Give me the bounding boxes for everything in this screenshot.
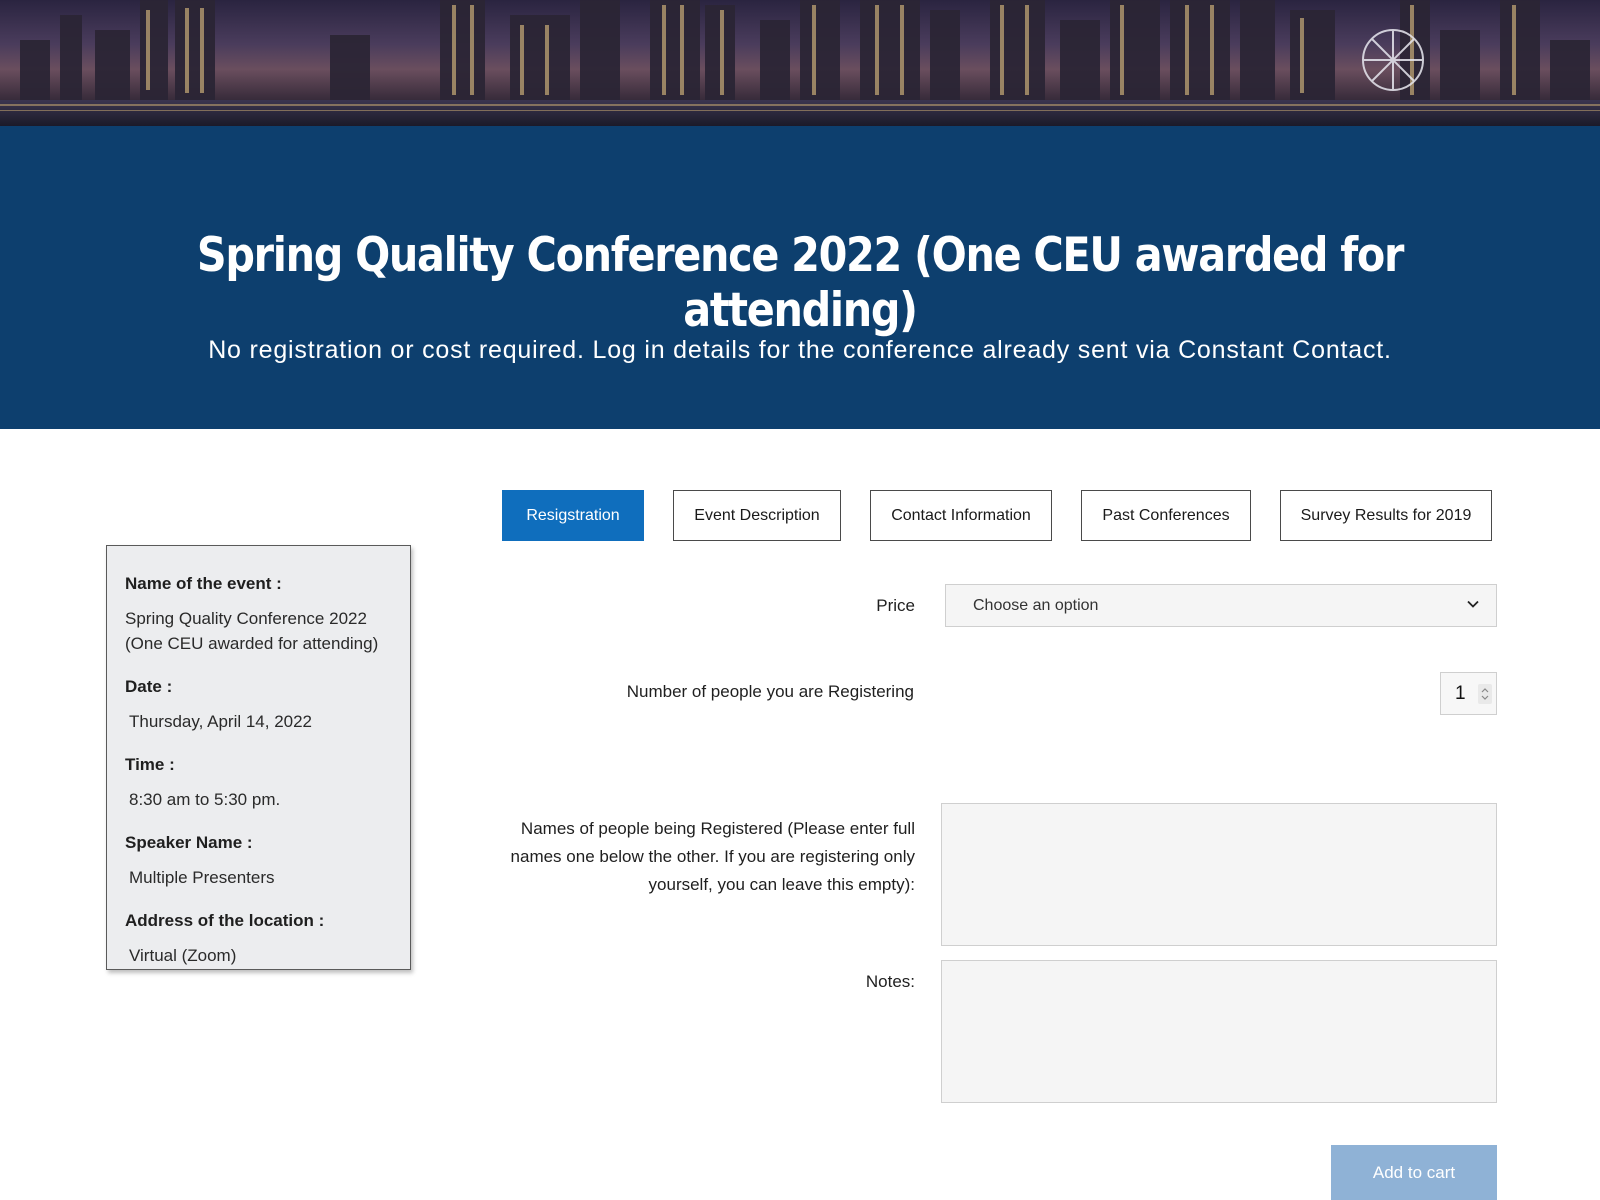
speaker-group: Speaker Name : Multiple Presenters xyxy=(125,833,392,890)
people-count-label: Number of people you are Registering xyxy=(626,682,914,701)
tab-registration[interactable]: Resigstration xyxy=(502,490,644,541)
speaker-label: Speaker Name : xyxy=(125,833,253,852)
address-value: Virtual (Zoom) xyxy=(129,946,237,965)
tab-past-conferences[interactable]: Past Conferences xyxy=(1081,490,1251,541)
event-name-group: Name of the event : Spring Quality Confe… xyxy=(125,574,392,656)
people-count-value: 1 xyxy=(1455,682,1466,704)
address-label: Address of the location : xyxy=(125,911,325,930)
event-time-value: 8:30 am to 5:30 pm. xyxy=(129,790,281,809)
event-name-value: Spring Quality Conference 2022 (One CEU … xyxy=(125,609,379,653)
stepper-arrows-icon[interactable] xyxy=(1478,684,1492,704)
page-title: Spring Quality Conference 2022 (One CEU … xyxy=(196,228,1404,338)
price-select-value: Choose an option xyxy=(973,596,1099,614)
price-label: Price xyxy=(876,596,915,615)
page-subtitle: No registration or cost required. Log in… xyxy=(208,336,1392,364)
address-group: Address of the location : Virtual (Zoom) xyxy=(125,911,392,968)
price-select[interactable]: Choose an option xyxy=(945,584,1497,627)
notes-textarea[interactable] xyxy=(941,960,1497,1103)
chevron-down-icon xyxy=(1467,600,1479,608)
speaker-value: Multiple Presenters xyxy=(129,868,275,887)
skyline-banner-image xyxy=(0,0,1600,126)
tab-contact-information[interactable]: Contact Information xyxy=(870,490,1052,541)
hero-banner: Spring Quality Conference 2022 (One CEU … xyxy=(0,126,1600,429)
event-date-label: Date : xyxy=(125,677,173,696)
people-count-stepper[interactable]: 1 xyxy=(1440,672,1497,715)
names-textarea[interactable] xyxy=(941,803,1497,946)
event-date-value: Thursday, April 14, 2022 xyxy=(129,712,313,731)
event-time-group: Time : 8:30 am to 5:30 pm. xyxy=(125,755,392,812)
event-name-label: Name of the event : xyxy=(125,574,282,593)
notes-label: Notes: xyxy=(865,972,915,991)
tab-survey-results[interactable]: Survey Results for 2019 xyxy=(1280,490,1492,541)
names-label: Names of people being Registered (Please… xyxy=(510,819,915,894)
add-to-cart-button[interactable]: Add to cart xyxy=(1331,1145,1497,1200)
tab-event-description[interactable]: Event Description xyxy=(673,490,841,541)
event-info-card: Name of the event : Spring Quality Confe… xyxy=(106,545,411,970)
event-time-label: Time : xyxy=(125,755,175,774)
event-date-group: Date : Thursday, April 14, 2022 xyxy=(125,677,392,734)
